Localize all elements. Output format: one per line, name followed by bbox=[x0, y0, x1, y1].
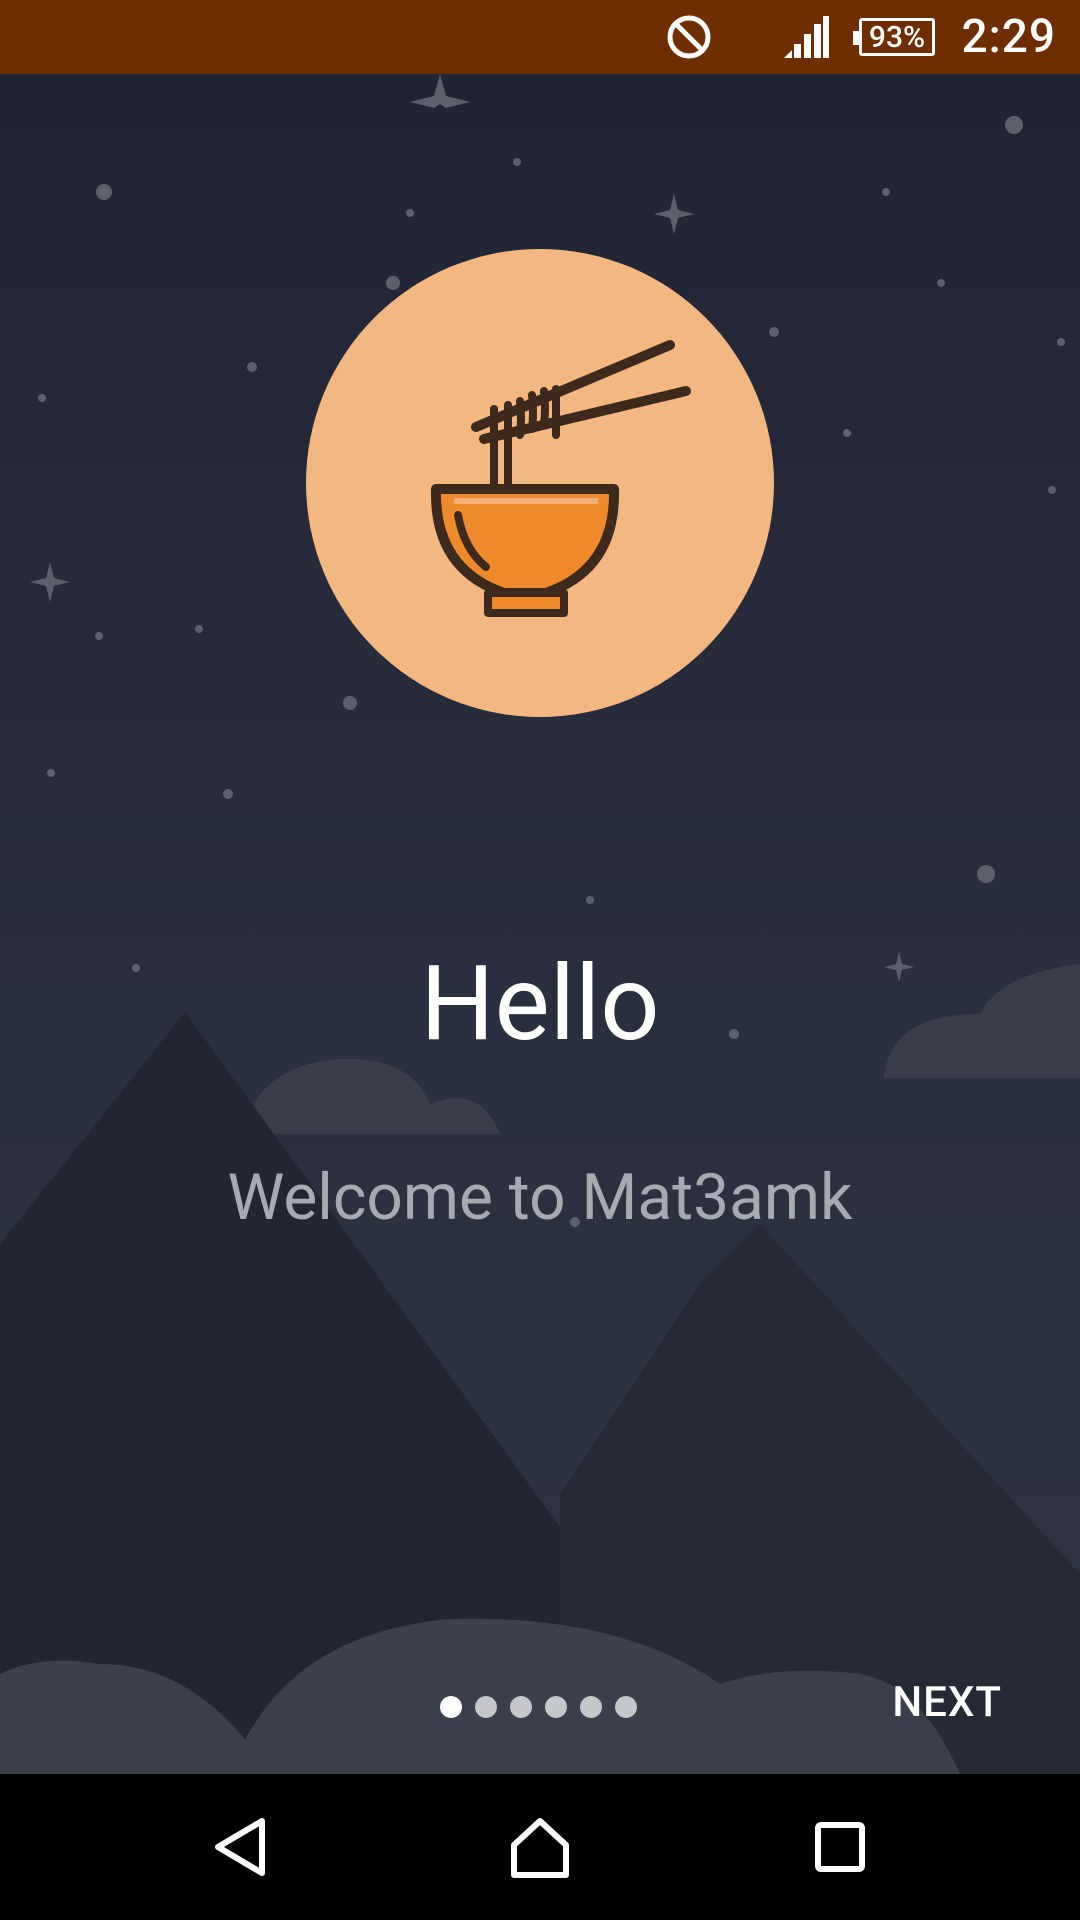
page-dot-6 bbox=[615, 1696, 637, 1718]
page-dot-3 bbox=[510, 1696, 532, 1718]
navigation-bar bbox=[0, 1774, 1080, 1920]
onboarding-screen[interactable]: Hello Welcome to Mat3amk NEXT bbox=[0, 74, 1080, 1774]
page-dot-5 bbox=[580, 1696, 602, 1718]
status-bar: 93% 2:29 bbox=[0, 0, 1080, 74]
battery-indicator: 93% bbox=[853, 0, 935, 74]
do-not-disturb-icon bbox=[666, 0, 712, 74]
page-subtitle: Welcome to Mat3amk bbox=[227, 1160, 853, 1235]
recents-icon[interactable] bbox=[760, 1774, 920, 1920]
status-time: 2:29 bbox=[961, 10, 1056, 64]
next-button[interactable]: NEXT bbox=[892, 1678, 1002, 1727]
cell-signal-icon bbox=[782, 0, 830, 74]
page-indicator bbox=[440, 1696, 637, 1718]
page-dot-4 bbox=[545, 1696, 567, 1718]
home-icon[interactable] bbox=[460, 1774, 620, 1920]
noodle-bowl-icon bbox=[306, 249, 774, 717]
page-dot-2 bbox=[475, 1696, 497, 1718]
page-title: Hello bbox=[420, 944, 660, 1065]
battery-percent: 93% bbox=[853, 18, 935, 56]
page-dot-1 bbox=[440, 1696, 462, 1718]
back-icon[interactable] bbox=[160, 1774, 320, 1920]
